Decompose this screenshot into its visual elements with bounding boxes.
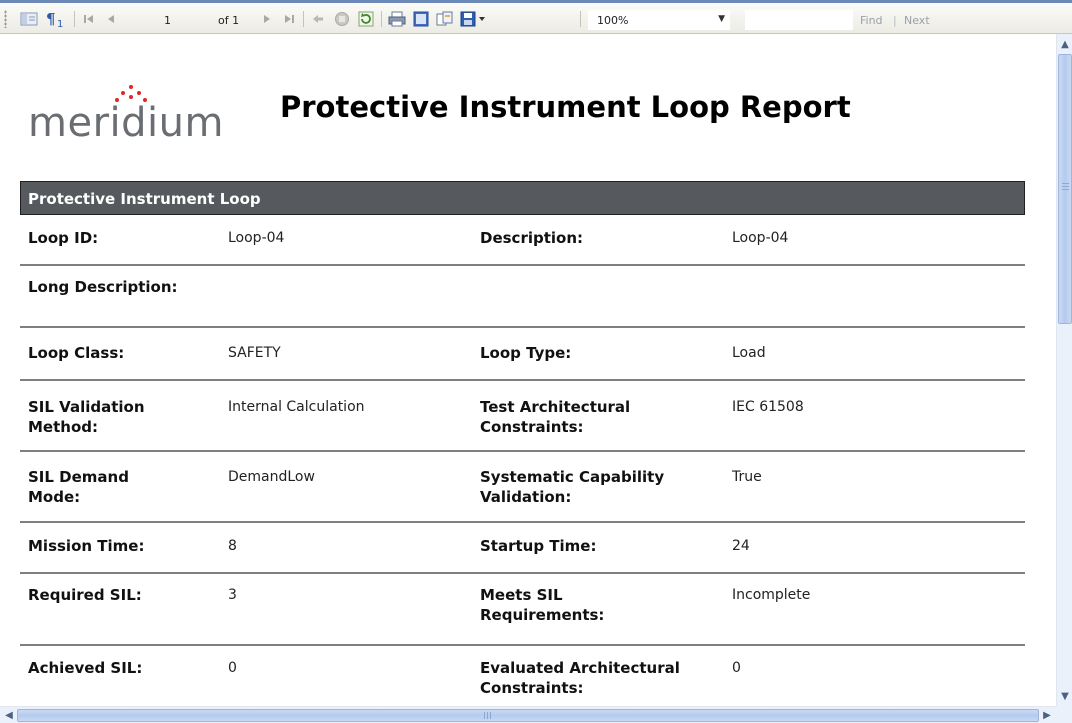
page-number-input[interactable] [158, 11, 210, 29]
chevron-down-icon[interactable]: ▼ [718, 14, 725, 24]
print-layout-icon[interactable] [410, 9, 432, 29]
field-value: Internal Calculation [228, 399, 365, 415]
field-label: Loop ID: [28, 229, 99, 247]
scroll-down-icon[interactable]: ▼ [1058, 688, 1072, 704]
scroll-right-icon[interactable]: ▶ [1039, 708, 1055, 723]
field-row: Mission Time: 8 Startup Time: 24 [20, 523, 1025, 574]
field-value: Loop-04 [732, 230, 789, 246]
field-value: Load [732, 345, 766, 361]
find-separator: | [893, 14, 897, 27]
field-row: Required SIL: 3 Meets SIL Requirements: … [20, 574, 1025, 646]
previous-page-icon[interactable] [102, 9, 120, 29]
zoom-select[interactable]: 100% ▼ [588, 10, 730, 30]
field-row: Achieved SIL: 0 Evaluated Architectural … [20, 646, 1025, 706]
horizontal-scroll-thumb[interactable] [17, 709, 1039, 722]
field-label: Startup Time: [480, 537, 597, 555]
page-setup-icon[interactable] [434, 9, 456, 29]
field-row: SIL Validation Method: Internal Calculat… [20, 381, 1025, 452]
report-title: Protective Instrument Loop Report [280, 90, 851, 124]
field-label: SIL Validation Method: [28, 398, 145, 436]
next-page-icon[interactable] [258, 9, 276, 29]
field-label: Meets SIL Requirements: [480, 586, 605, 624]
toolbar-grip[interactable] [4, 10, 7, 28]
svg-text:¶: ¶ [46, 10, 56, 28]
stop-icon[interactable] [332, 9, 352, 29]
field-value: DemandLow [228, 469, 315, 485]
field-row: Long Description: [20, 266, 1025, 328]
find-link[interactable]: Find [860, 14, 883, 27]
last-page-icon[interactable] [280, 9, 298, 29]
field-label: Achieved SIL: [28, 659, 143, 677]
field-value: 8 [228, 538, 237, 554]
find-input[interactable] [745, 10, 853, 30]
field-row: SIL Demand Mode: DemandLow Systematic Ca… [20, 452, 1025, 523]
vertical-scrollbar[interactable]: ▲ ▼ [1056, 34, 1072, 706]
field-value: 0 [228, 660, 237, 676]
parameters-icon[interactable]: ¶ 1 [44, 9, 68, 29]
field-label: Long Description: [28, 278, 178, 296]
field-value: IEC 61508 [732, 399, 804, 415]
field-label: Test Architectural Constraints: [480, 398, 631, 436]
refresh-icon[interactable] [356, 9, 376, 29]
report-viewer-toolbar: ¶1 of 1 100% ▼ Find | Next [0, 0, 1072, 34]
field-row: Loop ID: Loop-04 Description: Loop-04 [20, 216, 1025, 266]
field-label: Systematic Capability Validation: [480, 468, 665, 506]
field-value: 24 [732, 538, 750, 554]
field-value: True [732, 469, 762, 485]
scroll-left-icon[interactable]: ◀ [1, 708, 17, 723]
print-icon[interactable] [386, 9, 408, 29]
back-icon[interactable] [308, 9, 328, 29]
field-row: Loop Class: SAFETY Loop Type: Load [20, 328, 1025, 381]
vertical-scroll-thumb[interactable] [1058, 54, 1072, 324]
field-label: SIL Demand Mode: [28, 468, 129, 506]
horizontal-scrollbar[interactable]: ◀ ▶ [0, 706, 1056, 723]
meridium-logo: meridium [28, 100, 224, 146]
first-page-icon[interactable] [80, 9, 98, 29]
field-label: Description: [480, 229, 584, 247]
field-label: Loop Type: [480, 344, 572, 362]
field-value: Incomplete [732, 587, 811, 603]
field-label: Required SIL: [28, 586, 142, 604]
document-map-icon[interactable] [18, 9, 40, 29]
zoom-value: 100% [597, 14, 629, 27]
scroll-up-icon[interactable]: ▲ [1058, 36, 1072, 52]
next-link[interactable]: Next [904, 14, 930, 27]
scrollbar-corner [1056, 706, 1072, 723]
field-value: Loop-04 [228, 230, 285, 246]
field-value: SAFETY [228, 345, 281, 361]
page-count-label: of 1 [218, 14, 240, 27]
field-label: Mission Time: [28, 537, 145, 555]
export-icon[interactable] [458, 9, 488, 29]
field-value: 0 [732, 660, 741, 676]
svg-text:1: 1 [57, 19, 63, 28]
field-label: Evaluated Architectural Constraints: [480, 659, 680, 697]
report-canvas: meridium Protective Instrument Loop Repo… [0, 34, 1056, 706]
field-label: Loop Class: [28, 344, 125, 362]
section-header: Protective Instrument Loop [20, 181, 1025, 215]
field-value: 3 [228, 587, 237, 603]
